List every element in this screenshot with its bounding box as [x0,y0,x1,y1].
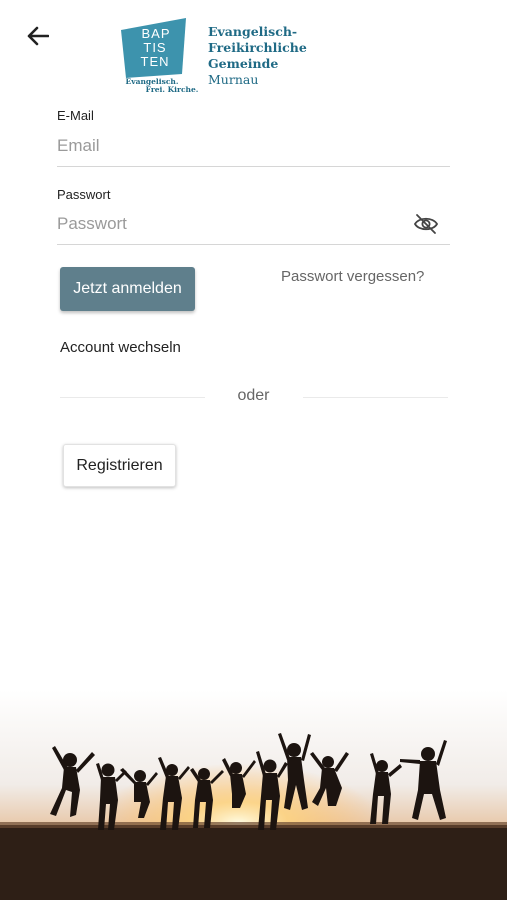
register-button[interactable]: Registrieren [63,444,176,487]
arrow-left-icon [27,26,49,46]
badge-text-3: TEN [141,54,170,69]
divider-label: oder [237,387,270,404]
church-logo: BAP TIS TEN Evangelisch. Frei. Kirche. E… [118,16,378,96]
baptisten-badge: BAP TIS TEN Evangelisch. Frei. Kirche. [121,18,199,94]
badge-tagline-2: Frei. Kirche. [146,85,199,94]
password-label: Passwort [57,187,111,202]
password-underline [57,244,450,245]
email-input[interactable] [57,126,450,167]
church-name-line2: Freikirchliche Gemeinde [208,40,307,71]
password-input[interactable] [57,204,407,244]
divider-line-right [303,397,448,398]
badge-text-1: BAP [141,26,170,41]
back-button[interactable] [22,20,54,52]
eye-off-icon[interactable] [413,212,439,236]
forgot-password-link[interactable]: Passwort vergessen? [281,268,424,285]
switch-account-link[interactable]: Account wechseln [60,339,181,356]
jumping-people-sunset-image [0,690,507,900]
badge-text-2: TIS [143,40,166,55]
church-location: Murnau [208,72,259,87]
login-button[interactable]: Jetzt anmelden [60,267,195,311]
church-name-line1: Evangelisch- [208,24,298,39]
email-label: E-Mail [57,108,94,123]
church-name: Evangelisch- Freikirchliche Gemeinde Mur… [208,24,378,88]
